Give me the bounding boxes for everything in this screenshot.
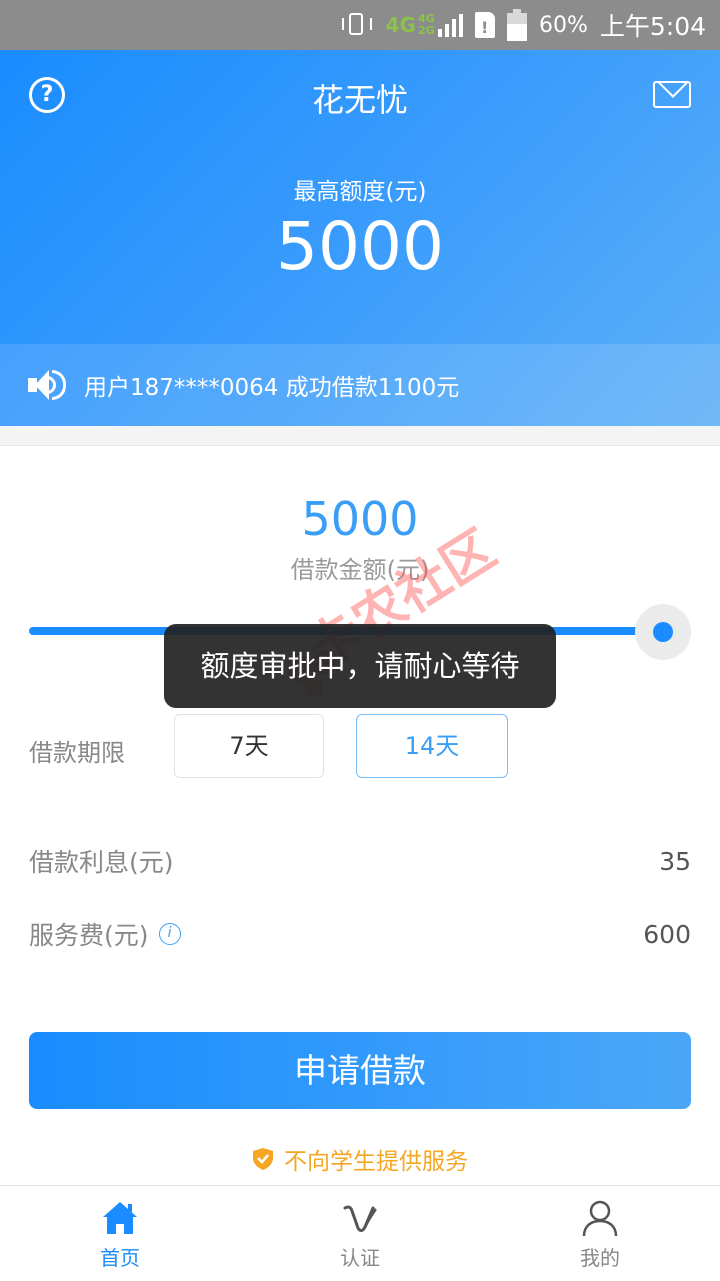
home-icon bbox=[103, 1202, 137, 1234]
tab-verify-label: 认证 bbox=[340, 1246, 380, 1270]
bottom-tab-bar: 首页 认证 我的 bbox=[0, 1185, 720, 1281]
service-fee-label: 服务费(元) bbox=[29, 921, 149, 950]
tab-me[interactable]: 我的 bbox=[480, 1186, 720, 1281]
max-limit-value: 5000 bbox=[276, 208, 444, 285]
term-option-7-days[interactable]: 7天 bbox=[174, 714, 324, 778]
student-notice: 不向学生提供服务 bbox=[0, 1142, 720, 1176]
info-icon[interactable]: i bbox=[158, 923, 181, 945]
tab-me-label: 我的 bbox=[580, 1246, 620, 1270]
interest-label: 借款利息(元) bbox=[29, 848, 174, 877]
user-icon bbox=[582, 1200, 618, 1237]
interest-value: 35 bbox=[659, 846, 691, 876]
student-notice-text: 不向学生提供服务 bbox=[284, 1149, 468, 1175]
notice-bar: 用户187****0064 成功借款1100元 bbox=[0, 344, 720, 426]
loan-amount-label: 借款金额(元) bbox=[290, 556, 430, 584]
header: ? 花无忧 最高额度(元) 5000 用户187****0064 成功借款110… bbox=[0, 50, 720, 426]
term-option-14-days[interactable]: 14天 bbox=[356, 714, 508, 778]
network-secondary: 4G 2G bbox=[417, 12, 435, 37]
section-divider bbox=[0, 426, 720, 446]
speaker-icon bbox=[28, 367, 68, 403]
page-title: 花无忧 bbox=[311, 81, 408, 119]
apply-loan-button[interactable]: 申请借款 bbox=[29, 1032, 691, 1109]
shield-icon bbox=[252, 1147, 274, 1171]
network-type: 4G bbox=[385, 13, 416, 37]
service-fee-row: 服务费(元) i 600 bbox=[29, 916, 691, 952]
toast-message: 额度审批中，请耐心等待 bbox=[164, 624, 556, 708]
service-fee-value: 600 bbox=[643, 919, 691, 949]
battery-percent: 60% bbox=[538, 12, 588, 38]
network-indicator: 4G 4G 2G bbox=[386, 13, 463, 37]
vibrate-icon bbox=[340, 12, 374, 38]
signal-icon bbox=[437, 13, 463, 37]
battery-icon bbox=[506, 9, 527, 41]
mail-icon[interactable] bbox=[653, 81, 691, 108]
sim-alert-icon bbox=[474, 12, 495, 38]
tab-home-label: 首页 bbox=[100, 1246, 140, 1270]
loan-amount: 5000 bbox=[301, 492, 419, 546]
interest-row: 借款利息(元) 35 bbox=[29, 843, 691, 879]
amount-slider-handle[interactable] bbox=[635, 604, 691, 660]
tab-home[interactable]: 首页 bbox=[0, 1186, 240, 1281]
max-limit-label: 最高额度(元) bbox=[293, 179, 427, 205]
term-label: 借款期限 bbox=[29, 739, 125, 767]
notice-text: 用户187****0064 成功借款1100元 bbox=[84, 375, 460, 401]
verify-icon bbox=[343, 1205, 377, 1232]
status-bar: 4G 4G 2G 60% 上午5:04 bbox=[0, 0, 720, 50]
tab-verify[interactable]: 认证 bbox=[240, 1186, 480, 1281]
clock: 上午5:04 bbox=[599, 12, 706, 41]
